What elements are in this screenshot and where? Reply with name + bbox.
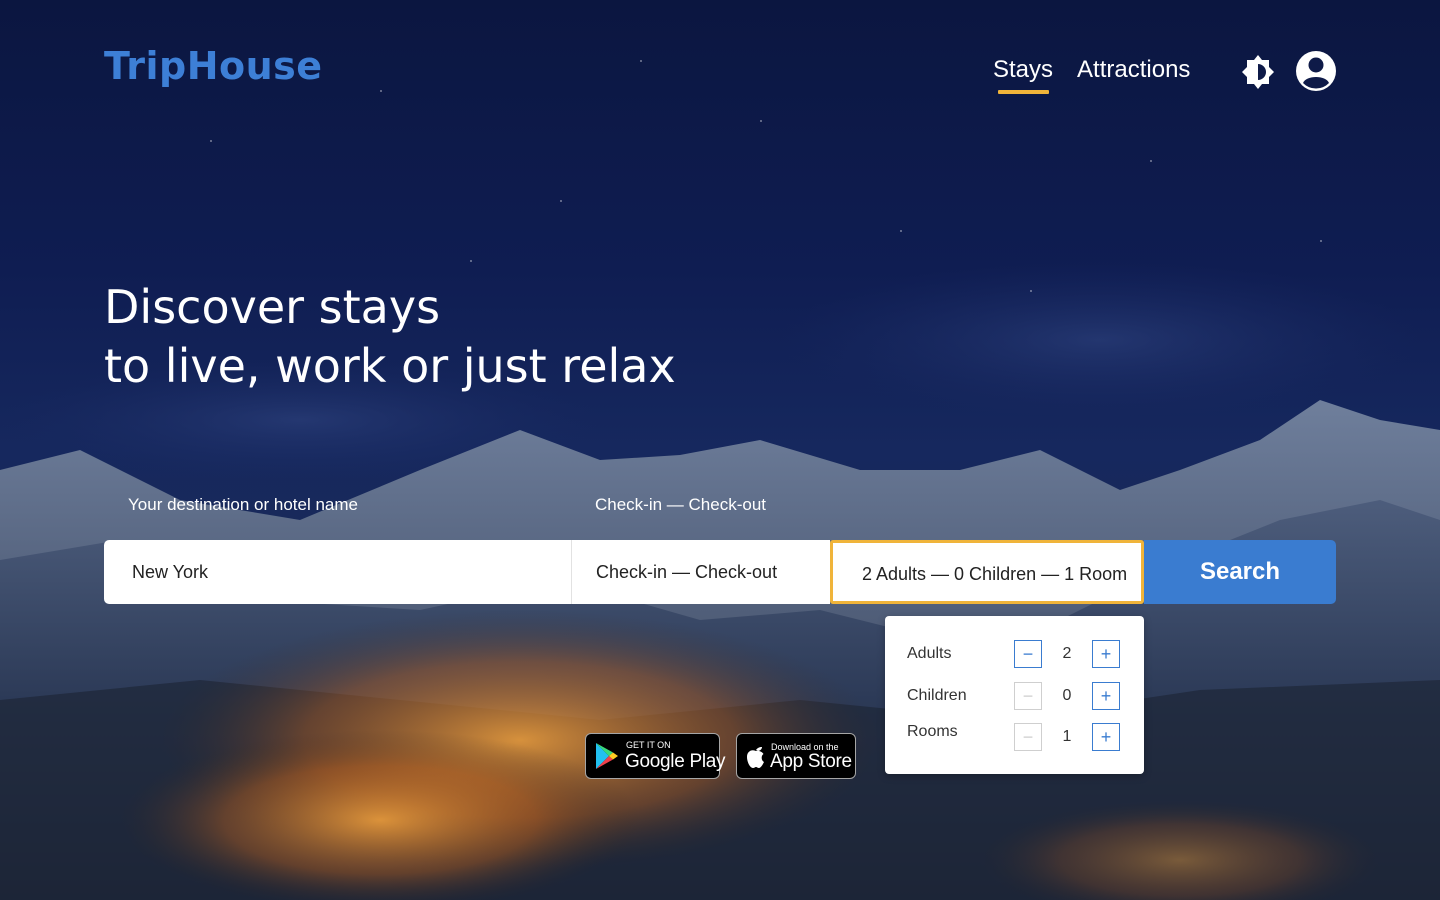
- apple-icon: [747, 747, 764, 768]
- search-button[interactable]: Search: [1144, 540, 1336, 604]
- nav-item-attractions[interactable]: Attractions: [1077, 56, 1190, 84]
- adults-label: Adults: [907, 645, 952, 662]
- destination-input[interactable]: [104, 540, 571, 604]
- google-play-icon: [596, 743, 618, 769]
- google-play-badge[interactable]: GET IT ON Google Play: [585, 733, 726, 779]
- dates-label: Check-in — Check-out: [595, 495, 767, 514]
- adults-decrement-button[interactable]: −: [1014, 640, 1042, 668]
- children-increment-button[interactable]: +: [1092, 682, 1120, 710]
- adults-value: 2: [1062, 645, 1072, 662]
- guests-panel: Adults − 2 + Children − 0 + Rooms − 1 +: [885, 616, 1144, 774]
- guests-row-adults: Adults − 2 +: [907, 639, 1122, 669]
- children-label: Children: [907, 687, 967, 704]
- hero-heading: Discover stays to live, work or just rel…: [104, 278, 676, 396]
- hero-line-2: to live, work or just relax: [104, 339, 676, 393]
- guests-summary: 2 Adults — 0 Children — 1 Room: [862, 563, 1128, 584]
- hero-line-1: Discover stays: [104, 280, 441, 334]
- google-play-big-text: Google Play: [625, 751, 726, 772]
- rooms-increment-button[interactable]: +: [1092, 723, 1120, 751]
- google-play-small-text: GET IT ON: [626, 740, 671, 750]
- dates-input[interactable]: [571, 540, 830, 604]
- nav-item-stays[interactable]: Stays: [993, 56, 1053, 94]
- rooms-label: Rooms: [907, 723, 958, 740]
- adults-increment-button[interactable]: +: [1092, 640, 1120, 668]
- main-nav: Stays Attractions: [993, 56, 1190, 94]
- guests-row-rooms: Rooms − 1 +: [907, 722, 1122, 752]
- children-value: 0: [1062, 687, 1072, 704]
- brand-logo[interactable]: TripHouse: [104, 44, 323, 88]
- app-store-badge[interactable]: Download on the App Store: [736, 733, 856, 779]
- brightness-icon[interactable]: [1240, 54, 1276, 90]
- guests-row-children: Children − 0 +: [907, 681, 1122, 711]
- app-store-big-text: App Store: [770, 751, 852, 772]
- account-circle-icon[interactable]: [1295, 50, 1337, 92]
- destination-label: Your destination or hotel name: [128, 495, 358, 514]
- guests-selector[interactable]: 2 Adults — 0 Children — 1 Room: [830, 540, 1144, 604]
- children-decrement-button[interactable]: −: [1014, 682, 1042, 710]
- rooms-decrement-button[interactable]: −: [1014, 723, 1042, 751]
- rooms-value: 1: [1062, 728, 1072, 745]
